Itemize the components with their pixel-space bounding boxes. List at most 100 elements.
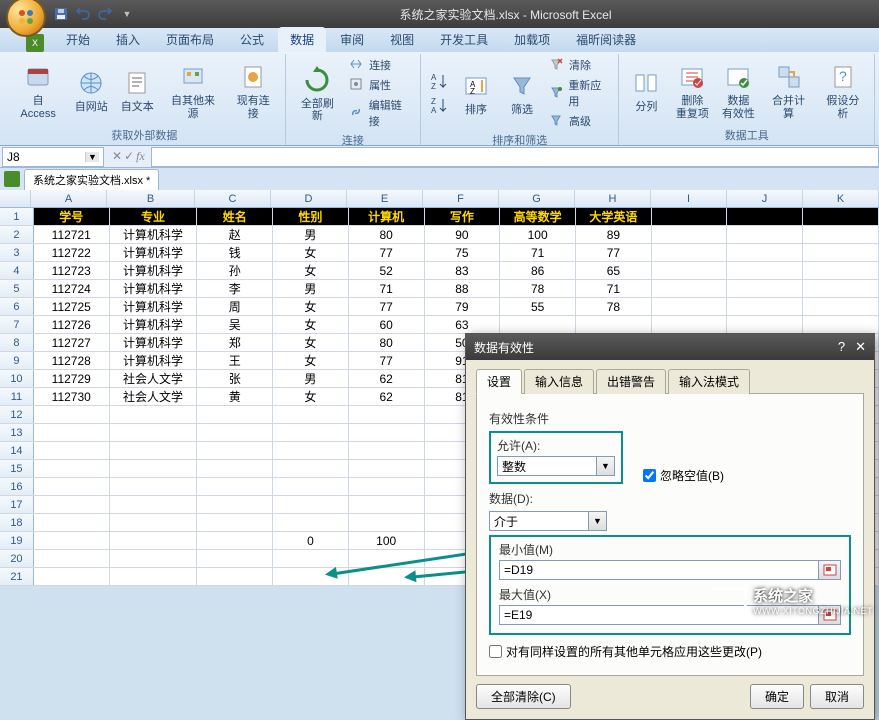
cell[interactable]: 高等数学: [500, 208, 576, 225]
checkbox-input[interactable]: [489, 645, 502, 658]
undo-icon[interactable]: [74, 5, 92, 23]
cell[interactable]: [349, 406, 425, 423]
cell[interactable]: 112723: [34, 262, 110, 279]
cell[interactable]: 黄: [197, 388, 273, 405]
cell[interactable]: [34, 442, 110, 459]
cell[interactable]: [349, 442, 425, 459]
tab-foxit[interactable]: 福昕阅读器: [564, 27, 648, 52]
cell[interactable]: 女: [273, 244, 349, 261]
row-header[interactable]: 20: [0, 550, 34, 567]
redo-icon[interactable]: [96, 5, 114, 23]
dtab-ime[interactable]: 输入法模式: [668, 369, 750, 394]
remove-duplicates-button[interactable]: 删除 重复项: [671, 59, 713, 121]
tab-view[interactable]: 视图: [378, 27, 426, 52]
cell[interactable]: 71: [576, 280, 652, 297]
text-to-columns-button[interactable]: 分列: [625, 65, 667, 115]
min-input[interactable]: [499, 560, 819, 580]
cell[interactable]: 62: [349, 370, 425, 387]
cell[interactable]: 55: [500, 298, 576, 315]
cell[interactable]: 男: [273, 226, 349, 243]
cell[interactable]: [34, 532, 110, 549]
cell[interactable]: [652, 208, 728, 225]
cell[interactable]: [197, 550, 273, 567]
cell[interactable]: [803, 226, 879, 243]
cell[interactable]: [273, 496, 349, 513]
cell[interactable]: [34, 478, 110, 495]
cell[interactable]: [576, 316, 652, 333]
row-header[interactable]: 8: [0, 334, 34, 351]
cell[interactable]: 大学英语: [576, 208, 652, 225]
tab-home[interactable]: 开始: [54, 27, 102, 52]
cell[interactable]: 吴: [197, 316, 273, 333]
cell[interactable]: [652, 316, 728, 333]
col-header[interactable]: F: [423, 190, 499, 207]
row-header[interactable]: 11: [0, 388, 34, 405]
cell[interactable]: [110, 514, 198, 531]
cell[interactable]: [803, 244, 879, 261]
cell[interactable]: 姓名: [197, 208, 273, 225]
reapply-button[interactable]: 重新应用: [547, 76, 612, 110]
tab-addins[interactable]: 加载项: [502, 27, 562, 52]
cell[interactable]: 计算机科学: [110, 298, 198, 315]
whatif-button[interactable]: ?假设分析: [818, 59, 868, 121]
cell[interactable]: 性别: [273, 208, 349, 225]
cell[interactable]: 100: [500, 226, 576, 243]
row-header[interactable]: 19: [0, 532, 34, 549]
cell[interactable]: 计算机科学: [110, 334, 198, 351]
tab-insert[interactable]: 插入: [104, 27, 152, 52]
cell[interactable]: [652, 244, 728, 261]
cell[interactable]: 女: [273, 334, 349, 351]
cell[interactable]: [349, 514, 425, 531]
cell[interactable]: [273, 550, 349, 567]
row-header[interactable]: 7: [0, 316, 34, 333]
row-header[interactable]: 14: [0, 442, 34, 459]
properties-button[interactable]: 属性: [347, 76, 414, 94]
cell[interactable]: 75: [425, 244, 501, 261]
cell[interactable]: [803, 262, 879, 279]
cell[interactable]: 男: [273, 370, 349, 387]
cell[interactable]: [110, 496, 198, 513]
cell[interactable]: [34, 424, 110, 441]
cell[interactable]: 62: [349, 388, 425, 405]
row-header[interactable]: 16: [0, 478, 34, 495]
dtab-input-msg[interactable]: 输入信息: [524, 369, 594, 394]
chevron-down-icon[interactable]: ▼: [85, 152, 99, 162]
cell[interactable]: [273, 460, 349, 477]
chevron-down-icon[interactable]: ▼: [589, 511, 607, 531]
cell[interactable]: 100: [349, 532, 425, 549]
cell[interactable]: [349, 496, 425, 513]
cell[interactable]: 112729: [34, 370, 110, 387]
filter-button[interactable]: 筛选: [501, 68, 543, 118]
cell[interactable]: 孙: [197, 262, 273, 279]
cell[interactable]: [803, 316, 879, 333]
cell[interactable]: 社会人文学: [110, 388, 198, 405]
cell[interactable]: 男: [273, 280, 349, 297]
cell[interactable]: 89: [576, 226, 652, 243]
advanced-filter-button[interactable]: 高级: [547, 112, 612, 130]
row-header[interactable]: 17: [0, 496, 34, 513]
tab-formulas[interactable]: 公式: [228, 27, 276, 52]
edit-links-button[interactable]: 编辑链接: [347, 96, 414, 130]
cell[interactable]: [110, 406, 198, 423]
cell[interactable]: 0: [273, 532, 349, 549]
cell[interactable]: [349, 478, 425, 495]
apply-all-checkbox[interactable]: 对有同样设置的所有其他单元格应用这些更改(P): [489, 643, 762, 660]
cell[interactable]: [652, 226, 728, 243]
cell[interactable]: [273, 514, 349, 531]
cell[interactable]: [34, 514, 110, 531]
tab-data[interactable]: 数据: [278, 27, 326, 52]
cell[interactable]: 计算机科学: [110, 244, 198, 261]
cell[interactable]: 77: [349, 352, 425, 369]
cell[interactable]: 86: [500, 262, 576, 279]
cell[interactable]: [197, 568, 273, 585]
cell[interactable]: 77: [349, 298, 425, 315]
cell[interactable]: 计算机科学: [110, 316, 198, 333]
cell[interactable]: 112721: [34, 226, 110, 243]
row-header[interactable]: 4: [0, 262, 34, 279]
cell[interactable]: [34, 550, 110, 567]
row-header[interactable]: 5: [0, 280, 34, 297]
cell[interactable]: 计算机科学: [110, 262, 198, 279]
refresh-all-button[interactable]: 全部刷新: [292, 62, 343, 124]
row-header[interactable]: 2: [0, 226, 34, 243]
cell[interactable]: 周: [197, 298, 273, 315]
